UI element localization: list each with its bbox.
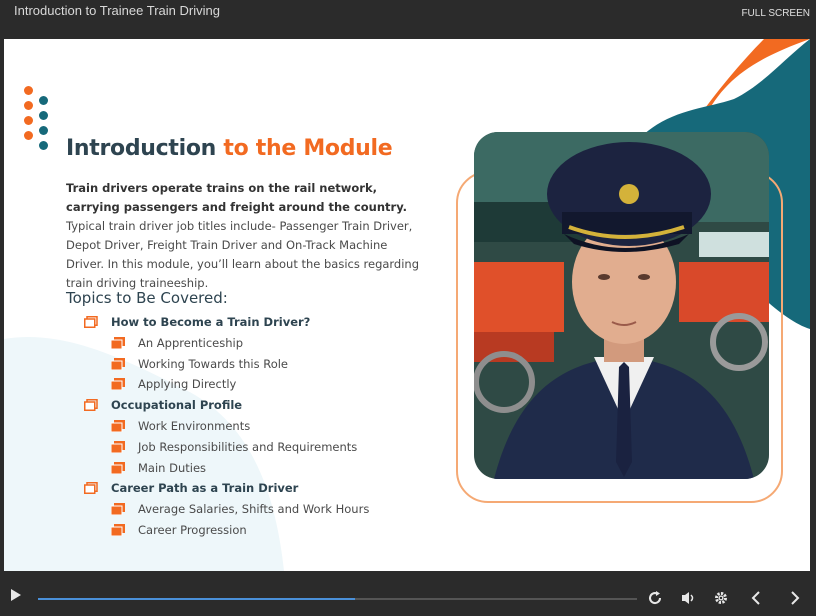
title-bar: Introduction to Trainee Train Driving FU… [0,0,816,38]
decor-dot [39,126,48,135]
copy-icon [111,440,125,453]
intro-text: Typical train driver job titles include-… [66,219,420,290]
copy-icon [111,336,125,349]
copy-icon [111,524,125,536]
topic-item: How to Become a Train Driver? [111,315,311,329]
copy-icon [111,378,125,391]
decor-dot [24,86,33,95]
subtopic-item: Average Salaries, Shifts and Work Hours [138,502,370,517]
volume-icon[interactable] [681,591,697,609]
topic-item: Occupational Profile [111,398,243,413]
topic-item: Career Path as a Train Driver [111,481,299,496]
copy-icon [111,357,125,370]
progress-fill [38,598,356,600]
fullscreen-button[interactable]: FULL SCREEN [741,8,810,19]
prev-icon[interactable] [751,591,761,609]
decor-dot [39,111,48,120]
subtopic-item: Job Responsibilities and Requirements [138,439,358,454]
train-driver-photo [474,132,769,479]
decor-dot [24,101,33,110]
subtopic-item: Main Duties [138,460,207,475]
subtopic-item: An Apprenticeship [138,335,243,350]
intro-paragraph: Train drivers operate trains on the rail… [66,179,424,293]
slide-canvas: Introduction to the Module Train drivers… [4,39,810,571]
copy-icon [84,482,98,495]
course-title: Introduction to Trainee Train Driving [14,3,220,18]
decor-dot [24,116,33,125]
copy-icon [111,461,125,474]
subtopic-item: Career Progression [138,523,247,537]
copy-icon [111,503,125,516]
copy-icon [84,399,98,412]
replay-icon[interactable] [648,591,662,609]
next-icon[interactable] [790,591,800,609]
topics-heading: Topics to Be Covered: [66,289,228,307]
subtopic-item: Applying Directly [138,377,237,392]
play-icon[interactable] [10,588,22,606]
subtopic-item: Working Towards this Role [138,356,289,371]
page-title: Introduction to the Module [66,136,393,161]
decor-dot [39,141,48,150]
copy-icon [111,420,125,432]
copy-icon [84,316,98,328]
subtopic-item: Work Environments [138,419,251,433]
settings-icon[interactable] [714,591,728,609]
decor-dot [39,96,48,105]
decor-dot [24,131,33,140]
intro-bold-text: Train drivers operate trains on the rail… [66,181,408,214]
